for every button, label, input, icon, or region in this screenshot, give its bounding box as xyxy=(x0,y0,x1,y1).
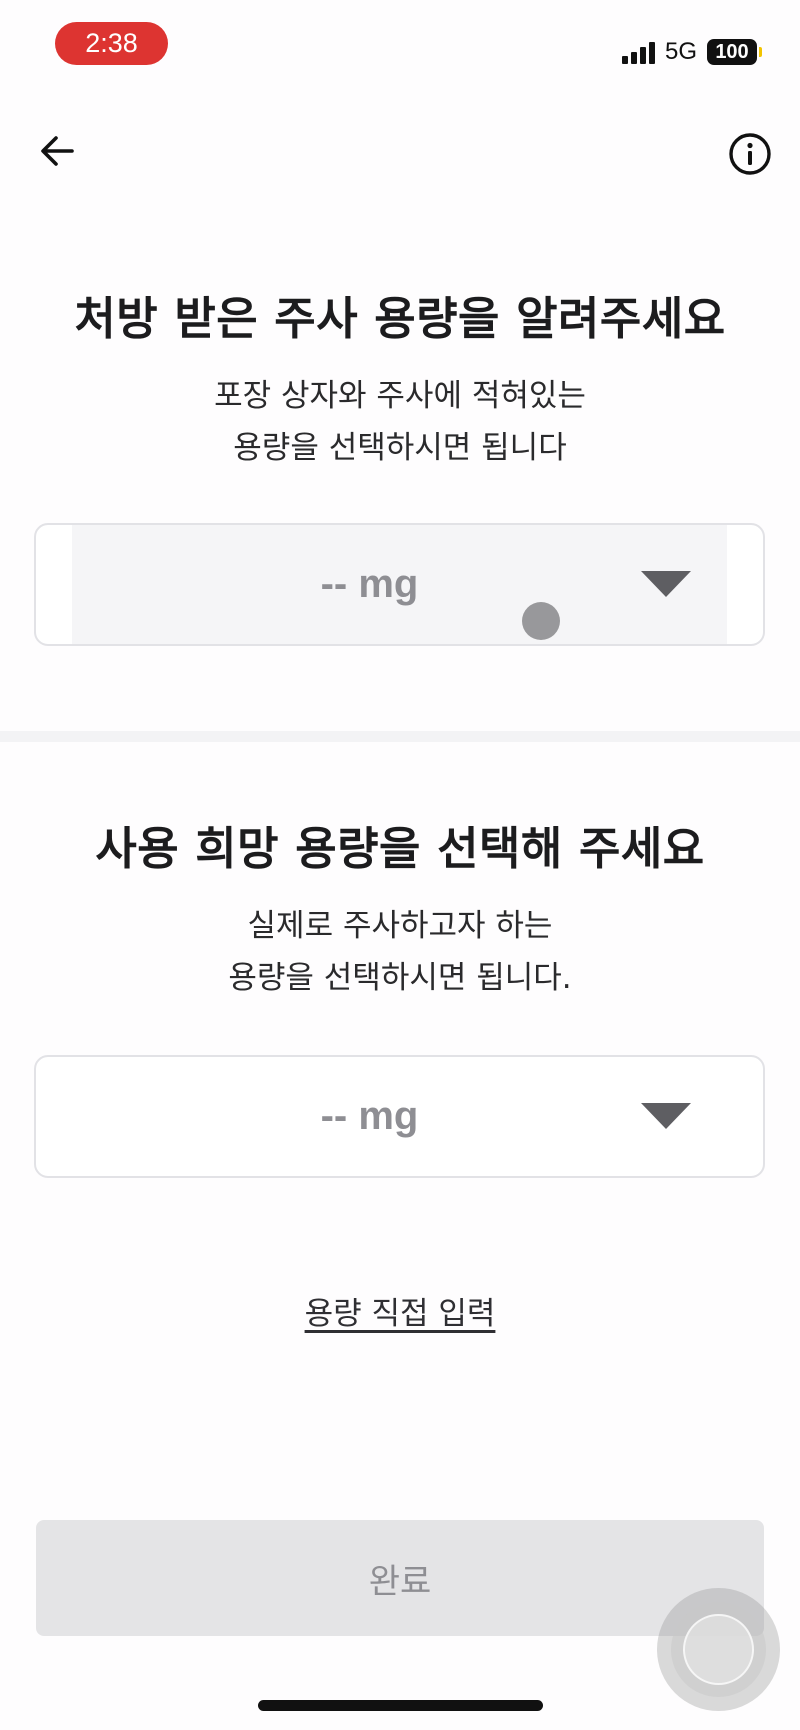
prescribed-dose-select[interactable]: -- mg xyxy=(34,523,765,646)
info-circle-icon xyxy=(729,133,771,175)
back-button[interactable] xyxy=(38,130,80,172)
desired-dose-section: 사용 희망 용량을 선택해 주세요 xyxy=(0,812,800,877)
dropdown-triangle-icon xyxy=(641,1102,691,1129)
prescribed-dose-section: 처방 받은 주사 용량을 알려주세요 xyxy=(0,282,800,347)
desired-dose-title: 사용 희망 용량을 선택해 주세요 xyxy=(95,822,705,875)
desired-subtitle-line2: 용량을 선택하시면 됩니다. xyxy=(228,960,572,996)
direct-input-link[interactable]: 용량 직접 입력 xyxy=(0,1288,800,1333)
arrow-left-icon xyxy=(41,136,74,166)
home-indicator[interactable] xyxy=(258,1700,543,1711)
complete-button[interactable]: 완료 xyxy=(36,1520,764,1636)
battery-icon: 100 xyxy=(707,39,762,65)
prescribed-subtitle-line1: 포장 상자와 주사에 적혀있는 xyxy=(214,378,586,414)
desired-dose-select[interactable]: -- mg xyxy=(34,1055,765,1178)
prescribed-dose-description: 포장 상자와 주사에 적혀있는 용량을 선택하시면 됩니다 xyxy=(0,370,800,474)
info-button[interactable] xyxy=(728,132,772,176)
section-divider xyxy=(0,731,800,742)
status-time: 2:38 xyxy=(55,22,168,65)
battery-level: 100 xyxy=(707,39,757,65)
assistive-touch-button[interactable] xyxy=(657,1588,780,1711)
prescribed-subtitle-line2: 용량을 선택하시면 됩니다 xyxy=(233,430,567,466)
dropdown-triangle-icon xyxy=(641,570,691,597)
status-indicators: 5G 100 xyxy=(621,38,762,66)
prescribed-dose-title: 처방 받은 주사 용량을 알려주세요 xyxy=(74,292,726,345)
signal-icon xyxy=(621,40,655,64)
desired-subtitle-line1: 실제로 주사하고자 하는 xyxy=(247,908,553,944)
touch-indicator xyxy=(522,602,560,640)
network-type: 5G xyxy=(664,38,697,65)
desired-dose-description: 실제로 주사하고자 하는 용량을 선택하시면 됩니다. xyxy=(0,900,800,1004)
